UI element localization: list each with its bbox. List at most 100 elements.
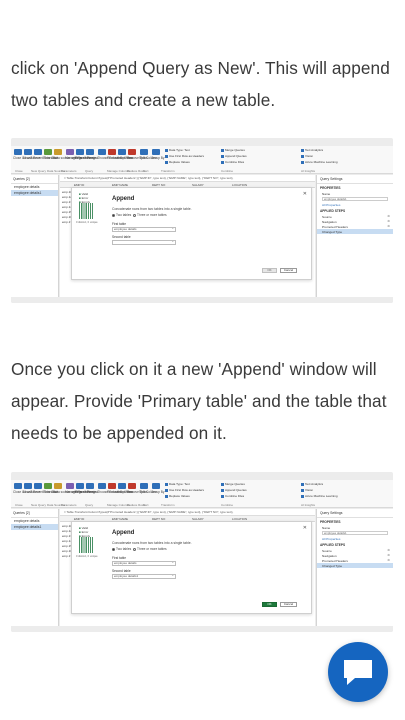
ribbon-button[interactable]: Split Column (139, 482, 157, 502)
ribbon-command[interactable]: Vision (301, 488, 313, 492)
first-table-select[interactable]: employee details (112, 561, 176, 566)
ribbon-button[interactable]: New Source (23, 482, 40, 502)
second-table-select[interactable] (112, 240, 176, 245)
ribbon-command[interactable]: Combine Files (221, 160, 244, 164)
ribbon-button[interactable]: Manage Parameters (65, 482, 94, 502)
radio-two-tables[interactable]: Two tables (112, 213, 131, 217)
chat-button[interactable] (328, 642, 388, 702)
ribbon-button[interactable]: Manage Parameters (65, 148, 94, 168)
ribbon-button[interactable]: Data source settings (53, 148, 82, 168)
gear-icon[interactable]: ⚙ (387, 558, 390, 562)
ribbon-button[interactable]: Keep Rows (117, 148, 133, 168)
applied-step[interactable]: Changed Type (317, 563, 393, 568)
ribbon-group-label: New Query (31, 503, 47, 507)
queries-header: Queries [2] (11, 175, 58, 184)
ribbon-button[interactable]: Choose Columns (97, 148, 121, 168)
ribbon-command[interactable]: Use First Row as Headers (165, 488, 204, 492)
close-icon[interactable]: ✕ (303, 525, 307, 531)
ribbon-button[interactable]: Refresh Preview (75, 148, 98, 168)
name-field[interactable]: employee details1 (322, 197, 388, 201)
dialog-title: Append (112, 530, 135, 536)
ribbon-command[interactable]: Vision (301, 154, 313, 158)
second-table-label: Second table (112, 569, 131, 573)
gear-icon[interactable]: ⚙ (387, 553, 390, 557)
query-settings-panel: Query Settings PROPERTIES Name employee det… (316, 175, 393, 297)
name-label: Name (322, 525, 331, 530)
settings-title: Query Settings (317, 175, 393, 184)
formula-bar[interactable]: = Table.TransformColumnTypes(#"Promoted … (60, 509, 315, 516)
ribbon-button[interactable]: Group By (151, 148, 164, 168)
applied-step[interactable]: Changed Type (317, 229, 393, 234)
ribbon-command[interactable]: Text Analytics (301, 148, 323, 152)
ribbon-group-label: Transform (161, 169, 175, 173)
radio-three-tables[interactable]: Three or more tables (133, 547, 167, 551)
second-table-label: Second table (112, 235, 131, 239)
dialog-description: Concatenate rows from two tables into a … (112, 541, 192, 545)
ribbon-command[interactable]: Append Queries (221, 488, 247, 492)
ribbon-button[interactable]: Manage (85, 148, 97, 168)
ribbon-toolbar: Close & Load New Source Recent Sources Ente… (11, 480, 393, 508)
ribbon-command[interactable]: Data Type: Text (165, 148, 190, 152)
status-bar (11, 626, 393, 632)
ribbon-button[interactable]: Refresh Preview (75, 482, 98, 502)
cancel-button[interactable]: Cancel (280, 268, 297, 273)
query-item[interactable]: employee details1 (11, 524, 58, 530)
ribbon-command[interactable]: Azure Machine Learning (301, 494, 338, 498)
ribbon-command[interactable]: Text Analytics (301, 482, 323, 486)
ribbon-button[interactable]: Remove Rows (127, 482, 148, 502)
ribbon-command[interactable]: Merge Queries (221, 148, 245, 152)
ribbon-command[interactable]: Merge Queries (221, 482, 245, 486)
ribbon-button[interactable]: Data source settings (53, 482, 82, 502)
ribbon-button[interactable]: Remove Columns (107, 148, 132, 168)
second-table-select[interactable]: employee details1 (112, 574, 176, 579)
query-item[interactable]: employee details1 (11, 190, 58, 196)
ribbon-button[interactable]: New Source (23, 148, 40, 168)
ribbon-command[interactable]: Use First Row as Headers (165, 154, 204, 158)
name-field[interactable]: employee details1 (322, 531, 388, 535)
ribbon-button[interactable]: Manage (85, 482, 97, 502)
ribbon-button[interactable]: Enter Data (43, 148, 58, 168)
ribbon-group-label: Combine (221, 169, 234, 173)
close-icon[interactable]: ✕ (303, 191, 307, 197)
ribbon-command[interactable]: Append Queries (221, 154, 247, 158)
gear-icon[interactable]: ⚙ (387, 214, 390, 218)
ribbon-command[interactable]: Azure Machine Learning (301, 160, 338, 164)
distribution-bars (79, 537, 93, 553)
ribbon-group-label: Sort (143, 169, 149, 173)
radio-three-tables[interactable]: Three or more tables (133, 213, 167, 217)
ribbon-group-label: Parameters (61, 169, 77, 173)
formula-bar[interactable]: = Table.TransformColumnTypes(#"Promoted … (60, 175, 315, 182)
ribbon-button[interactable]: Recent Sources (33, 482, 56, 502)
ribbon-button[interactable]: Recent Sources (33, 148, 56, 168)
ribbon-group-label: Sort (143, 503, 149, 507)
radio-two-tables[interactable]: Two tables (112, 547, 131, 551)
first-table-select[interactable]: employee details (112, 227, 176, 232)
first-table-label: First table (112, 222, 126, 226)
ribbon-button[interactable]: Remove Rows (127, 148, 148, 168)
ribbon-group-label: AI Insights (301, 503, 316, 507)
gear-icon[interactable]: ⚙ (387, 548, 390, 552)
ribbon-button[interactable]: Keep Rows (117, 482, 133, 502)
ribbon-button[interactable]: Close & Load (13, 482, 32, 502)
ribbon-group-label: Query (85, 169, 94, 173)
ok-button[interactable]: OK (262, 268, 277, 273)
ribbon-command[interactable]: Replace Values (165, 494, 190, 498)
first-table-label: First table (112, 556, 126, 560)
ribbon-command[interactable]: Data Type: Text (165, 482, 190, 486)
cancel-button[interactable]: Cancel (280, 602, 297, 607)
ribbon-button[interactable]: Split Column (139, 148, 157, 168)
ribbon-command[interactable]: Combine Files (221, 494, 244, 498)
ribbon-button[interactable]: Close & Load (13, 148, 32, 168)
ribbon-group-label: AI Insights (301, 169, 316, 173)
name-label: Name (322, 191, 331, 196)
gear-icon[interactable]: ⚙ (387, 219, 390, 223)
ribbon-button[interactable]: Choose Columns (97, 482, 121, 502)
ok-button[interactable]: OK (262, 602, 277, 607)
append-dialog: ■ Valid ■ Error ■ Empty 0 distinct, 0 uniqu… (71, 521, 312, 614)
ribbon-button[interactable]: Remove Columns (107, 482, 132, 502)
ribbon-button[interactable]: Enter Data (43, 482, 58, 502)
ribbon-button[interactable]: Group By (151, 482, 164, 502)
ribbon-group-label: Close (15, 169, 23, 173)
gear-icon[interactable]: ⚙ (387, 224, 390, 228)
ribbon-command[interactable]: Replace Values (165, 160, 190, 164)
